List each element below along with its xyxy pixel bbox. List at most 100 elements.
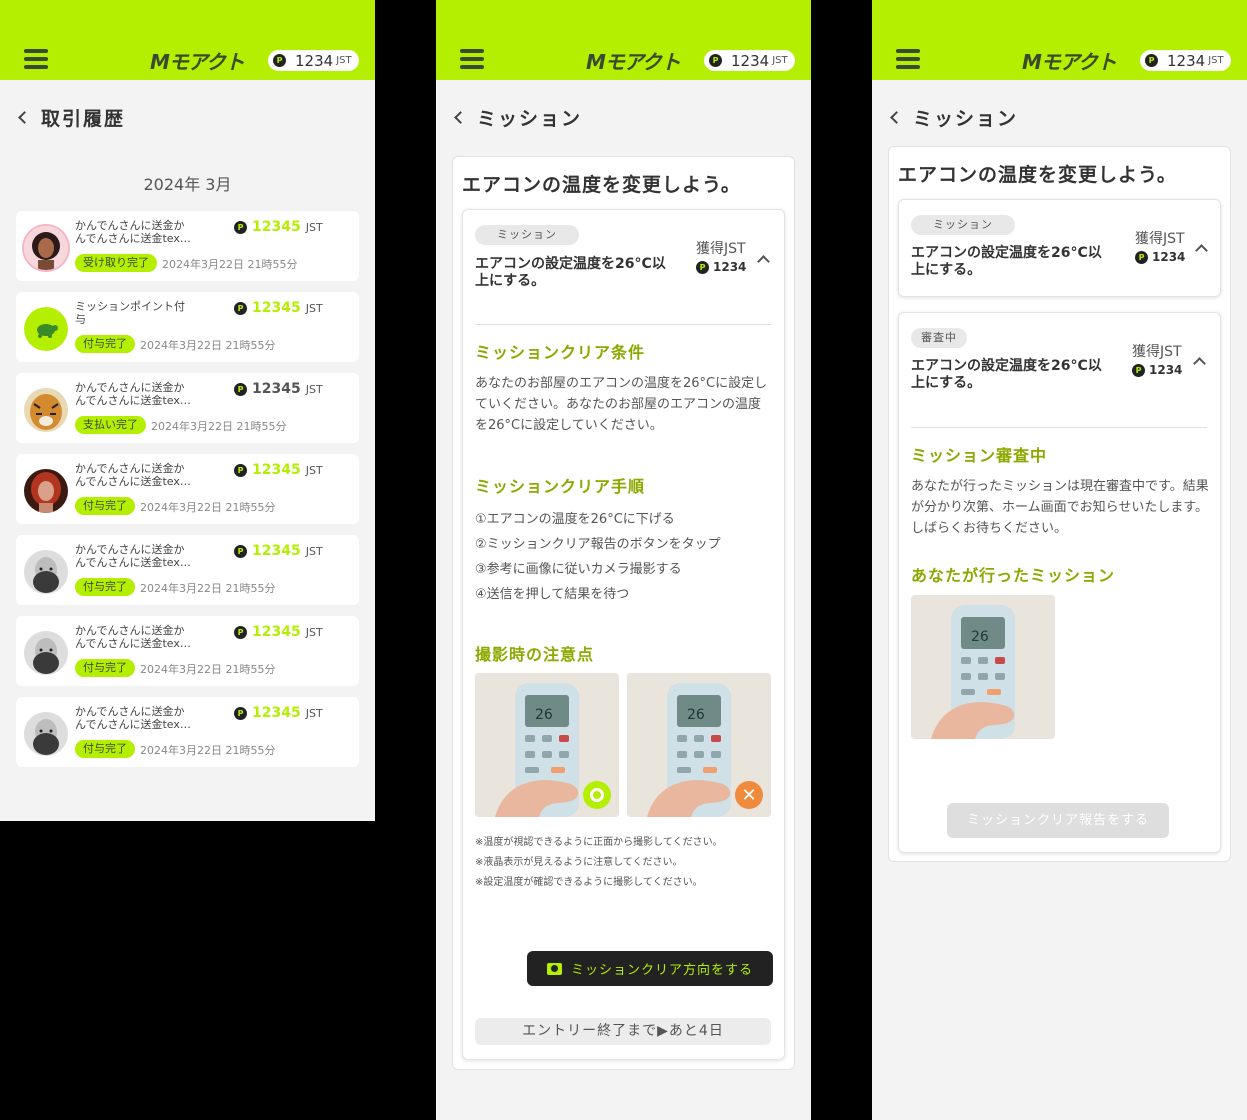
app-logo[interactable]: Mモアクト (1022, 46, 1117, 75)
svg-text:26: 26 (535, 707, 553, 723)
point-coin-icon: P (696, 260, 709, 274)
mission-report-button-label: ミッションクリア方向をする (570, 963, 753, 978)
entry-deadline: エントリー終了まで▶あと4日 (475, 1018, 771, 1045)
transaction-description: かんでんさんに送金かんでんさんに送金tex… (75, 462, 191, 488)
back-icon[interactable] (18, 111, 31, 124)
status-badge: 付与完了 (75, 497, 135, 515)
page-title: 取引履歴 (41, 108, 126, 130)
point-amount: 1234 (295, 51, 334, 70)
transaction-date: 2024年3月22日 21時55分 (140, 582, 276, 595)
back-icon[interactable] (454, 111, 467, 124)
transaction-description: かんでんさんに送金かんでんさんに送金tex… (75, 624, 191, 650)
mission-report-button[interactable]: ミッションクリア方向をする (527, 951, 773, 986)
reward-label: 獲得JST (696, 241, 746, 257)
review-text: あなたが行ったミッションは現在審査中です。結果が分かり次第、ホーム画面でお知らせ… (911, 479, 1209, 536)
reward-value: P 1234 (1132, 363, 1182, 377)
point-coin-icon: P (234, 382, 247, 396)
collapse-icon[interactable] (1195, 244, 1208, 257)
submitted-mission-photo: 26 (911, 595, 1055, 739)
clear-condition-text: あなたのお部屋のエアコンの温度を26°Cに設定していください。あなたのお部屋のエ… (475, 376, 768, 433)
bad-example-photo: 26 ✕ (627, 673, 771, 817)
transaction-date: 2024年3月22日 21時55分 (162, 258, 298, 271)
transaction-amount: P 12345 JST (234, 705, 323, 721)
divider (475, 324, 771, 325)
transaction-row[interactable]: かんでんさんに送金かんでんさんに送金tex… P 12345 JST 支払い完了… (16, 373, 359, 443)
mission-description: エアコンの設定温度を26°C以上にする。 (475, 256, 666, 289)
shooting-note: ※温度が視認できるように正面から撮影してください。 (475, 837, 723, 848)
transaction-description: ミッションポイント付与 (75, 300, 185, 326)
transaction-amount: P 12345 JST (234, 219, 323, 235)
amount-value: 12345 (252, 462, 301, 478)
app-logo[interactable]: Mモアクト (150, 46, 245, 75)
menu-icon[interactable] (896, 49, 920, 71)
shooting-note: ※設定温度が確認できるように撮影してください。 (475, 877, 703, 888)
amount-value: 12345 (252, 624, 301, 640)
transaction-amount: P 12345 JST (234, 300, 323, 316)
status-badge: 支払い完了 (75, 416, 146, 434)
page-header: ミッション (890, 104, 1019, 131)
amount-unit: JST (305, 625, 323, 639)
transaction-row[interactable]: かんでんさんに送金かんでんさんに送金tex… P 12345 JST 受け取り完… (16, 211, 359, 281)
your-mission-heading: あなたが行ったミッション (911, 566, 1116, 585)
transaction-amount: P 12345 JST (234, 462, 323, 478)
transaction-row[interactable]: かんでんさんに送金かんでんさんに送金tex… P 12345 JST 付与完了 … (16, 535, 359, 605)
status-badge: 付与完了 (75, 659, 135, 677)
page-header: ミッション (454, 104, 582, 131)
transaction-date: 2024年3月22日 21時55分 (151, 420, 287, 433)
menu-icon[interactable] (460, 49, 484, 71)
point-coin-icon: P (234, 463, 247, 477)
point-unit: JST (772, 55, 788, 66)
page-title: ミッション (913, 108, 1019, 130)
amount-value: 12345 (252, 705, 301, 721)
status-badge: 付与完了 (75, 578, 135, 596)
shooting-notes-heading: 撮影時の注意点 (475, 645, 595, 664)
app-header: Mモアクト P 1234 JST (0, 0, 375, 80)
reward-label: 獲得JST (1135, 231, 1185, 247)
review-heading: ミッション審査中 (911, 446, 1048, 465)
app-logo[interactable]: Mモアクト (586, 46, 681, 75)
mission-report-button[interactable]: ミッションクリア報告をする (947, 803, 1169, 838)
avatar (24, 631, 68, 675)
mission-detail-card: ミッション エアコンの設定温度を26°C以上にする。 獲得JST P 1234 … (462, 209, 785, 1060)
point-balance[interactable]: P 1234 JST (268, 50, 359, 71)
point-coin-icon: P (1135, 250, 1148, 264)
transaction-row[interactable]: ミッションポイント付与 P 12345 JST 付与完了 2024年3月22日 … (16, 292, 359, 362)
reward-label: 獲得JST (1132, 344, 1182, 360)
back-icon[interactable] (890, 111, 903, 124)
clear-step: ②ミッションクリア報告のボタンをタップ (475, 537, 721, 552)
mission-summary-card[interactable]: ミッション エアコンの設定温度を26°C以上にする。 獲得JST P 1234 (898, 199, 1221, 297)
transaction-date: 2024年3月22日 21時55分 (140, 501, 276, 514)
transaction-description: かんでんさんに送金かんでんさんに送金tex… (75, 705, 191, 731)
mission-title: エアコンの温度を変更しよう。 (462, 174, 741, 196)
avatar (24, 712, 68, 756)
transaction-date: 2024年3月22日 21時55分 (140, 339, 276, 352)
collapse-icon[interactable] (757, 255, 770, 268)
page-header: 取引履歴 (18, 104, 126, 131)
transaction-row[interactable]: かんでんさんに送金かんでんさんに送金tex… P 12345 JST 付与完了 … (16, 454, 359, 524)
point-balance[interactable]: P 1234 JST (1140, 50, 1231, 71)
reward-amount: 1234 (1149, 363, 1183, 377)
svg-text:26: 26 (971, 629, 989, 645)
point-amount: 1234 (1167, 51, 1206, 70)
collapse-icon[interactable] (1193, 357, 1206, 370)
ng-icon: ✕ (735, 781, 763, 809)
ok-icon (583, 781, 611, 809)
transaction-row[interactable]: かんでんさんに送金かんでんさんに送金tex… P 12345 JST 付与完了 … (16, 616, 359, 686)
transaction-date: 2024年3月22日 21時55分 (140, 744, 276, 757)
app-header: Mモアクト P 1234 JST (436, 0, 811, 80)
reward-value: P 1234 (696, 260, 746, 274)
mission-chip: ミッション (911, 215, 1015, 235)
mission-review-card: 審査中 エアコンの設定温度を26°C以上にする。 獲得JST P 1234 ミッ… (898, 312, 1221, 853)
mission-point-icon (24, 307, 68, 351)
transaction-row[interactable]: かんでんさんに送金かんでんさんに送金tex… P 12345 JST 付与完了 … (16, 697, 359, 767)
divider (911, 427, 1207, 428)
point-balance[interactable]: P 1234 JST (704, 50, 795, 71)
svg-text:26: 26 (687, 707, 705, 723)
transaction-amount: P 12345 JST (234, 624, 323, 640)
clear-step: ③参考に画像に従いカメラ撮影する (475, 562, 682, 577)
transaction-date: 2024年3月22日 21時55分 (140, 663, 276, 676)
transaction-description: かんでんさんに送金かんでんさんに送金tex… (75, 543, 191, 569)
menu-icon[interactable] (24, 49, 48, 71)
camera-icon (546, 962, 562, 975)
avatar (24, 226, 68, 270)
